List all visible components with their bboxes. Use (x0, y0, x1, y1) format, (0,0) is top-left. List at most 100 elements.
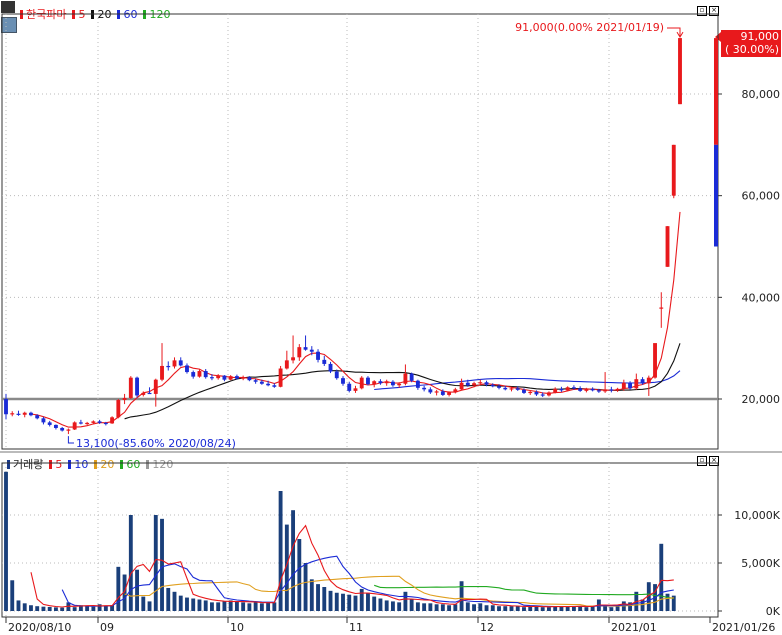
volume-bar (53, 607, 58, 611)
candle-body (16, 413, 21, 415)
candle-body (596, 390, 601, 392)
candle-body (609, 389, 614, 391)
candle-body (628, 382, 633, 389)
volume-bar (359, 588, 364, 611)
volume-bar (490, 605, 495, 611)
candle-body (47, 422, 52, 425)
volume-bar (603, 606, 608, 611)
volume-bar (72, 607, 77, 611)
candle-body (334, 371, 339, 379)
y-tick-label: 40,000 (742, 291, 781, 304)
candle-body (178, 360, 183, 366)
x-tick-label: 11 (349, 621, 363, 634)
ma20-line (124, 343, 681, 420)
candle-body (284, 360, 289, 369)
volume-bar (47, 606, 52, 611)
candle-body (4, 399, 8, 415)
volume-bar (322, 587, 327, 611)
candle-body (122, 397, 127, 401)
candle-body (197, 371, 202, 377)
candle-body (103, 422, 108, 425)
candle-body (234, 376, 239, 379)
range-bar-up (714, 38, 718, 145)
candle-body (347, 383, 352, 391)
candle-body (671, 144, 676, 196)
candle-body (559, 388, 564, 391)
y-tick-label: 20,000 (742, 393, 781, 406)
volume-bar (478, 603, 483, 611)
candle-body (497, 386, 501, 388)
volume-bar (166, 587, 171, 611)
candle-body (621, 382, 626, 389)
x-tick-label: 09 (100, 621, 114, 634)
candle-body (540, 394, 545, 396)
volume-bar (447, 605, 452, 611)
candle-body (478, 382, 483, 384)
volume-bar (185, 597, 189, 611)
candle-body (528, 391, 533, 394)
candle-body (678, 38, 682, 105)
candle-body (247, 377, 252, 381)
volume-bar (234, 601, 239, 611)
x-tick-label: 2021/01 (611, 621, 657, 634)
volume-bar (247, 603, 252, 611)
candle-body (359, 377, 364, 389)
candle-body (147, 392, 152, 395)
volume-bar (172, 591, 177, 611)
volume-bar (216, 602, 221, 611)
volume-bar (16, 600, 21, 611)
candle-body (390, 381, 395, 386)
volume-bar (328, 590, 333, 611)
volume-bar (60, 607, 65, 611)
candle-body (322, 359, 327, 364)
min-price-annotation: 13,100(-85.60% 2020/08/24) (76, 437, 236, 450)
volume-bar (4, 471, 8, 611)
candle-body (472, 383, 476, 386)
candle-body (590, 388, 595, 391)
candle-body (160, 365, 164, 380)
volume-bar (440, 604, 445, 611)
volume-bar (210, 602, 214, 611)
candle-body (434, 391, 439, 393)
candle-body (53, 424, 58, 428)
candle-body (428, 389, 433, 393)
volume-bar (378, 598, 383, 611)
volume-bar (29, 605, 33, 611)
candle-body (646, 377, 651, 384)
volume-bar (453, 604, 458, 611)
candle-body (266, 383, 271, 386)
x-tick-label: 2020/08/10 (8, 621, 71, 634)
max-price-annotation: 91,000(0.00% 2021/01/19) (515, 21, 664, 34)
volume-bar (390, 601, 395, 611)
candle-body (35, 415, 40, 419)
volume-bar (222, 601, 227, 611)
candle-body (297, 347, 302, 358)
volume-bar (547, 607, 551, 611)
candle-body (453, 389, 458, 393)
volume-tick-label: 10,000K (734, 509, 780, 522)
volume-bar (640, 599, 645, 611)
candle-body (522, 389, 526, 393)
candle-body (128, 377, 133, 398)
candle-body (578, 388, 583, 391)
volume-bar (659, 543, 664, 611)
candle-body (66, 429, 71, 431)
candle-body (191, 372, 196, 377)
candle-body (509, 388, 514, 390)
volume-bar (191, 598, 196, 611)
volume-bar (253, 602, 258, 611)
candle-body (91, 421, 96, 423)
volume-bar (347, 594, 352, 611)
candle-body (378, 381, 383, 384)
candle-body (553, 388, 558, 393)
volume-bar (459, 581, 464, 611)
candle-body (484, 382, 489, 385)
volume-bar (35, 606, 40, 611)
candle-body (185, 365, 189, 373)
candle-body (291, 357, 296, 361)
x-tick-label: 12 (480, 621, 494, 634)
candle-body (341, 378, 345, 384)
y-tick-label: 80,000 (742, 88, 781, 101)
volume-tick-label: 0K (766, 605, 781, 618)
candle-body (97, 421, 102, 423)
